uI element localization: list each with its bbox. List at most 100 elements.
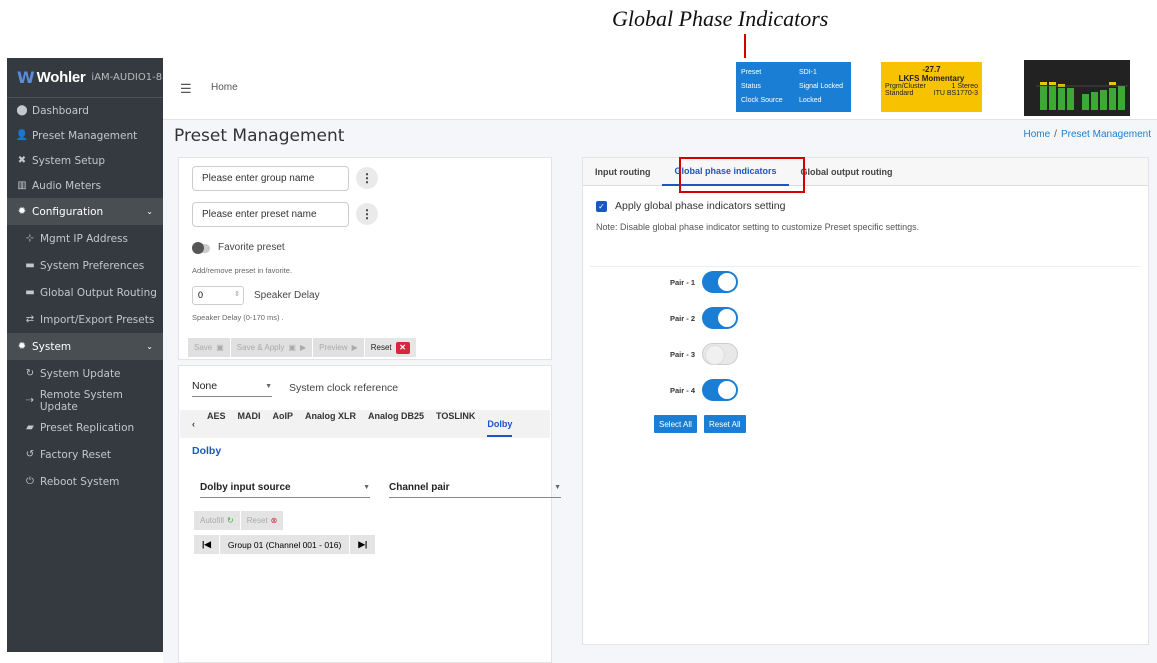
pair-toggle[interactable]	[702, 379, 738, 401]
menu-icon[interactable]: ☰	[180, 81, 192, 97]
exchange-icon: ⇄	[25, 314, 35, 325]
sidebar-item-factory-reset[interactable]: ↺ Factory Reset	[7, 441, 163, 468]
dolby-input-source-select[interactable]: Dolby input source ▼	[200, 477, 370, 498]
sidebar-item-label: Reboot System	[40, 475, 120, 488]
sidebar-item-reboot-system[interactable]: ⏻ Reboot System	[7, 468, 163, 495]
reset-button[interactable]: Reset ✕	[364, 338, 417, 357]
sidebar-item-mgmt-ip-address[interactable]: ⊹ Mgmt IP Address	[7, 225, 163, 252]
preset-form-card: Please enter group name ⋮ Please enter p…	[178, 157, 552, 360]
apply-global-checkbox[interactable]: ✓	[596, 201, 607, 212]
group-label: Group 01 (Channel 001 - 016)	[218, 535, 351, 554]
pair-label: Pair - 4	[670, 385, 696, 395]
pair-toggle[interactable]	[702, 343, 738, 365]
sidebar-item-label: System Preferences	[40, 259, 145, 272]
close-circle-icon: ⊗	[270, 516, 278, 525]
audio-meter-thumbnail[interactable]	[1024, 60, 1130, 116]
apply-global-label: Apply global phase indicators setting	[615, 200, 786, 212]
annotation-title: Global Phase Indicators	[612, 6, 829, 31]
loudness-val: 1 Stereo	[951, 83, 978, 90]
sidebar-group-label: System	[32, 340, 72, 353]
sidebar-item-audio-meters[interactable]: ▥ Audio Meters	[7, 173, 163, 198]
preset-menu-icon[interactable]: ⋮	[356, 203, 378, 225]
close-icon: ✕	[395, 341, 410, 354]
sidebar-group-configuration[interactable]: ✹ Configuration ⌄	[7, 198, 163, 225]
spinner-icon[interactable]: ⇳	[234, 290, 240, 298]
brand-logo: Wohler	[36, 69, 86, 86]
favorite-toggle[interactable]	[192, 242, 210, 254]
phase-note: Note: Disable global phase indicator set…	[596, 222, 920, 232]
content-area: Preset Management Home / Preset Management…	[163, 120, 1157, 663]
tab-dolby[interactable]: Dolby	[487, 411, 513, 437]
reset-all-button[interactable]: Reset All	[704, 415, 746, 433]
speaker-delay-input[interactable]: 0 ⇳	[192, 286, 244, 305]
autofill-button[interactable]: Autofill ↻	[194, 511, 241, 530]
pairs-panel: Select All Reset All Pair - 1 Pair - 2 Pai…	[590, 266, 1141, 446]
tab-input-routing[interactable]: Input routing	[583, 158, 662, 186]
sidebar-group-label: Configuration	[32, 205, 104, 218]
sidebar-item-label: Mgmt IP Address	[40, 232, 128, 245]
preview-button[interactable]: Preview ▶	[313, 338, 365, 357]
sidebar-item-label: Remote System Update	[39, 388, 123, 413]
brand-model: iAM-AUDIO1-8	[91, 72, 163, 83]
sidebar-item-system-update[interactable]: ↻ System Update	[7, 360, 163, 387]
save-button[interactable]: Save ▣	[188, 338, 231, 357]
breadcrumb-home[interactable]: Home	[1023, 129, 1050, 140]
sidebar-item-remote-system-update[interactable]: ⇢ Remote System Update	[7, 387, 163, 414]
group-name-input[interactable]: Please enter group name	[192, 166, 349, 191]
routing-tabs: Input routing Global phase indicators Glob…	[583, 158, 1148, 186]
topbar-home-link[interactable]: Home	[211, 82, 238, 93]
caret-down-icon: ▼	[363, 483, 370, 491]
first-group-icon[interactable]: |◀	[194, 539, 219, 550]
tab-madi[interactable]: MADI	[238, 411, 261, 437]
status-value: Signal Locked	[799, 82, 843, 90]
autofill-label: Autofill	[200, 516, 225, 525]
undo-icon: ↺	[25, 449, 35, 460]
sidebar-item-label: Factory Reset	[40, 448, 112, 461]
sidebar-item-preset-management[interactable]: 👤 Preset Management	[7, 123, 163, 148]
tab-global-output-routing[interactable]: Global output routing	[789, 158, 905, 186]
tab-aes[interactable]: AES	[207, 411, 226, 437]
loudness-panel: -27.7 LKFS Momentary Prgm/Cluster 1 Stere…	[881, 62, 982, 112]
pair-toggle[interactable]	[702, 271, 738, 293]
group-menu-icon[interactable]: ⋮	[356, 167, 378, 189]
chevron-down-icon: ⌄	[146, 342, 153, 351]
dolby-reset-button[interactable]: Reset ⊗	[240, 511, 285, 530]
sync-icon: ↻	[227, 516, 234, 525]
save-apply-label: Save & Apply	[236, 343, 285, 352]
sidebar-item-import-export-presets[interactable]: ⇄ Import/Export Presets	[7, 306, 163, 333]
status-value: SDI-1	[799, 68, 817, 76]
sidebar-item-system-preferences[interactable]: ▬ System Preferences	[7, 252, 163, 279]
sidebar-item-global-output-routing[interactable]: ▬ Global Output Routing	[7, 279, 163, 306]
tab-analog-db25[interactable]: Analog DB25	[368, 411, 424, 437]
sidebar-item-label: Preset Management	[32, 129, 138, 142]
tab-aoip[interactable]: AoIP	[273, 411, 294, 437]
sidebar-item-system-setup[interactable]: ✖ System Setup	[7, 148, 163, 173]
sidebar-item-preset-replication[interactable]: ▰ Preset Replication	[7, 414, 163, 441]
dashboard-icon: ⬤	[16, 105, 28, 116]
save-apply-button[interactable]: Save & Apply ▣ ▶	[230, 338, 314, 357]
pair-toggle[interactable]	[702, 307, 738, 329]
preview-label: Preview	[319, 343, 348, 352]
save-icon: ▣	[288, 343, 296, 352]
sidebar-item-dashboard[interactable]: ⬤ Dashboard	[7, 98, 163, 123]
tab-toslink[interactable]: TOSLINK	[436, 411, 475, 437]
caret-down-icon: ▼	[265, 382, 272, 390]
copy-icon: ▰	[26, 422, 34, 433]
pair-row: Pair - 2	[670, 307, 738, 329]
last-group-icon[interactable]: ▶|	[350, 539, 375, 550]
pair-label: Pair - 2	[670, 313, 696, 323]
preferences-icon: ▬	[25, 260, 35, 271]
preset-name-input[interactable]: Please enter preset name	[192, 202, 349, 227]
tab-analog-xlr[interactable]: Analog XLR	[305, 411, 356, 437]
channel-pair-select[interactable]: Channel pair ▼	[389, 477, 561, 498]
select-all-button[interactable]: Select All	[654, 415, 697, 433]
pair-label: Pair - 1	[670, 277, 696, 287]
sidebar-group-system[interactable]: ✹ System ⌄	[7, 333, 163, 360]
clock-reference-select[interactable]: None ▼	[192, 376, 272, 397]
sidebar-item-label: System Setup	[32, 154, 106, 167]
status-panel: Preset SDI-1 Status Signal Locked Clock So…	[736, 62, 851, 112]
routing-card: Input routing Global phase indicators Glob…	[582, 157, 1149, 645]
sidebar-item-label: Preset Replication	[40, 421, 135, 434]
speaker-delay-value: 0	[198, 290, 204, 300]
brand[interactable]: W Wohler iAM-AUDIO1-8	[7, 58, 163, 98]
